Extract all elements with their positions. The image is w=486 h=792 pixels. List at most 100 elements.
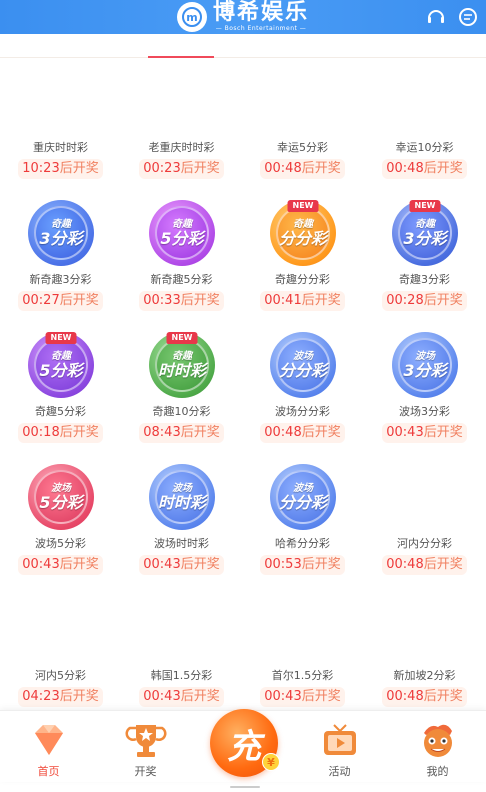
lottery-item[interactable]: 首尔1.5分彩 00:43后开奖 <box>242 668 363 707</box>
lottery-name: 河内分分彩 <box>397 537 452 550</box>
countdown-time: 00:18 <box>22 425 60 440</box>
countdown: 00:53后开奖 <box>260 555 345 575</box>
lottery-logo-icon[interactable]: 波场 分分彩 <box>270 464 336 530</box>
new-badge: NEW <box>409 200 441 212</box>
lottery-badge-type: 分分彩 <box>278 228 327 248</box>
lottery-item[interactable]: 波场时时彩 00:43后开奖 <box>121 536 242 575</box>
lottery-badge: 奇趣 5分彩 <box>149 200 215 266</box>
lottery-name: 波场时时彩 <box>154 537 209 550</box>
headset-icon[interactable] <box>426 7 446 27</box>
nav-home[interactable]: 首页 <box>0 711 97 783</box>
yen-coin-icon: ¥ <box>262 753 280 771</box>
countdown: 00:28后开奖 <box>382 291 467 311</box>
lottery-item[interactable]: 新奇趣5分彩 00:33后开奖 <box>121 272 242 311</box>
home-indicator <box>230 786 260 788</box>
lottery-item[interactable]: 奇趣10分彩 08:43后开奖 <box>121 404 242 443</box>
countdown: 00:23后开奖 <box>139 159 224 179</box>
lottery-badge-type: 时时彩 <box>157 492 206 512</box>
lottery-logo-icon[interactable]: 奇趣 3分彩 NEW <box>392 200 458 266</box>
recharge-button[interactable]: 充 ¥ <box>210 709 280 777</box>
lottery-name: 幸运5分彩 <box>277 141 328 154</box>
lottery-item[interactable]: 河内分分彩 00:48后开奖 <box>364 536 485 575</box>
countdown-suffix: 后开奖 <box>301 689 341 704</box>
lottery-item[interactable]: 波场分分彩 00:48后开奖 <box>242 404 363 443</box>
lottery-badge-inner: 奇趣 5分彩 <box>155 206 209 260</box>
lottery-name: 韩国1.5分彩 <box>150 669 213 682</box>
lottery-item[interactable]: 重庆时时彩 10:23后开奖 <box>0 140 121 179</box>
lottery-item[interactable]: 哈希分分彩 00:53后开奖 <box>242 536 363 575</box>
lottery-logo-icon[interactable]: 奇趣 5分彩 <box>149 200 215 266</box>
lottery-badge-type: 分分彩 <box>278 492 327 512</box>
countdown-suffix: 后开奖 <box>59 557 99 572</box>
lottery-badge: 波场 时时彩 <box>149 464 215 530</box>
lottery-name: 奇趣3分彩 <box>399 273 450 286</box>
lottery-logo-icon[interactable]: 波场 时时彩 <box>149 464 215 530</box>
countdown: 00:43后开奖 <box>139 687 224 707</box>
lottery-item[interactable]: 波场5分彩 00:43后开奖 <box>0 536 121 575</box>
countdown-time: 00:43 <box>143 689 181 704</box>
countdown-suffix: 后开奖 <box>59 689 99 704</box>
lottery-item[interactable]: 老重庆时时彩 00:23后开奖 <box>121 140 242 179</box>
lottery-name: 波场分分彩 <box>275 405 330 418</box>
countdown-time: 00:43 <box>264 689 302 704</box>
lottery-badge-brand: 奇趣 <box>51 350 71 362</box>
lottery-logo-icon[interactable]: 波场 3分彩 <box>392 332 458 398</box>
message-icon[interactable] <box>458 7 478 27</box>
countdown-time: 00:43 <box>386 425 424 440</box>
lottery-item[interactable]: 新加坡2分彩 00:48后开奖 <box>364 668 485 707</box>
lottery-badge-inner: 波场 分分彩 <box>276 470 330 524</box>
lottery-item[interactable]: 奇趣3分彩 00:28后开奖 <box>364 272 485 311</box>
lottery-badge-inner: 奇趣 时时彩 <box>155 338 209 392</box>
lottery-badge-brand: 奇趣 <box>415 218 435 230</box>
countdown-time: 00:23 <box>143 161 181 176</box>
countdown-time: 00:48 <box>264 161 302 176</box>
countdown: 00:33后开奖 <box>139 291 224 311</box>
lottery-item[interactable]: 河内5分彩 04:23后开奖 <box>0 668 121 707</box>
nav-profile[interactable]: 我的 <box>389 711 486 783</box>
lottery-item[interactable]: 奇趣5分彩 00:18后开奖 <box>0 404 121 443</box>
recharge-label: 充 <box>227 726 261 767</box>
lottery-name: 波场3分彩 <box>399 405 450 418</box>
countdown: 00:43后开奖 <box>382 423 467 443</box>
lottery-logo-icon[interactable]: 奇趣 3分彩 <box>28 200 94 266</box>
countdown-suffix: 后开奖 <box>180 689 220 704</box>
lottery-logo-icon[interactable]: 奇趣 时时彩 NEW <box>149 332 215 398</box>
lottery-badge-inner: 波场 5分彩 <box>34 470 88 524</box>
lottery-badge-inner: 波场 分分彩 <box>276 338 330 392</box>
lottery-badge-type: 3分彩 <box>403 228 447 248</box>
lottery-name: 奇趣5分彩 <box>35 405 86 418</box>
lottery-item[interactable]: 波场3分彩 00:43后开奖 <box>364 404 485 443</box>
lottery-logo-icon[interactable]: 波场 分分彩 <box>270 332 336 398</box>
countdown-suffix: 后开奖 <box>180 293 220 308</box>
lottery-item[interactable]: 幸运10分彩 00:48后开奖 <box>364 140 485 179</box>
nav-results[interactable]: 开奖 <box>97 711 194 783</box>
lottery-item[interactable]: 幸运5分彩 00:48后开奖 <box>242 140 363 179</box>
countdown: 00:43后开奖 <box>18 555 103 575</box>
countdown-time: 00:43 <box>22 557 60 572</box>
countdown-time: 00:48 <box>386 161 424 176</box>
countdown: 00:48后开奖 <box>382 159 467 179</box>
lottery-badge-type: 分分彩 <box>278 360 327 380</box>
lottery-name: 幸运10分彩 <box>395 141 454 154</box>
countdown: 00:41后开奖 <box>260 291 345 311</box>
lottery-logo-icon[interactable]: 波场 5分彩 <box>28 464 94 530</box>
countdown-suffix: 后开奖 <box>180 161 220 176</box>
lottery-name: 河内5分彩 <box>35 669 86 682</box>
countdown: 04:23后开奖 <box>18 687 103 707</box>
countdown-suffix: 后开奖 <box>423 161 463 176</box>
lottery-item[interactable]: 韩国1.5分彩 00:43后开奖 <box>121 668 242 707</box>
nav-activity[interactable]: 活动 <box>291 711 388 783</box>
lottery-badge-type: 5分彩 <box>160 228 204 248</box>
countdown: 00:48后开奖 <box>260 159 345 179</box>
lottery-badge-inner: 波场 时时彩 <box>155 470 209 524</box>
lottery-item[interactable]: 新奇趣3分彩 00:27后开奖 <box>0 272 121 311</box>
lottery-logo-icon[interactable]: 奇趣 分分彩 NEW <box>270 200 336 266</box>
lottery-logo-icon[interactable]: 奇趣 5分彩 NEW <box>28 332 94 398</box>
category-tabs[interactable] <box>0 34 486 58</box>
countdown-time: 00:27 <box>22 293 60 308</box>
countdown-suffix: 后开奖 <box>301 161 341 176</box>
lottery-item[interactable]: 奇趣分分彩 00:41后开奖 <box>242 272 363 311</box>
lottery-badge-brand: 奇趣 <box>172 350 192 362</box>
countdown: 00:48后开奖 <box>382 555 467 575</box>
countdown: 00:43后开奖 <box>260 687 345 707</box>
